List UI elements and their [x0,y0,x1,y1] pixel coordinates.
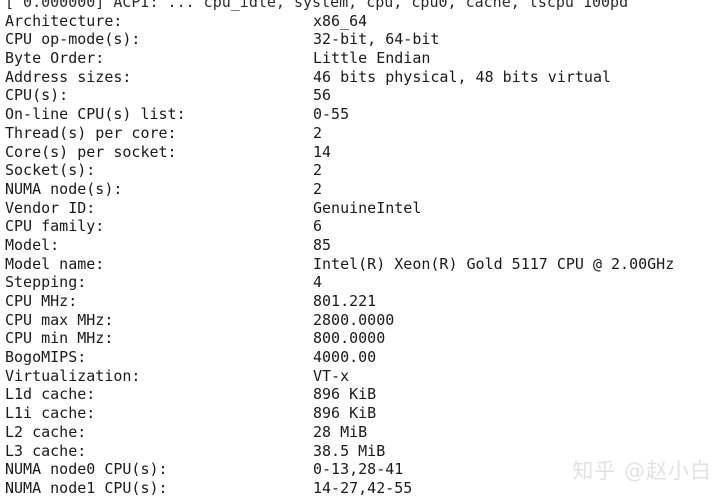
lscpu-row-vendor-id: Vendor ID: GenuineIntel [0,199,726,218]
row-value: 2 [313,123,323,142]
row-label: Address sizes: [5,67,132,86]
row-value: 2 [313,161,323,180]
lscpu-row-address-sizes: Address sizes: 46 bits physical, 48 bits… [0,68,726,87]
row-label: Architecture: [5,11,123,30]
lscpu-row-threads-per-core: Thread(s) per core: 2 [0,124,726,143]
lscpu-row-cpu-mhz: CPU MHz: 801.221 [0,292,726,311]
row-value: 801.221 [313,292,377,310]
lscpu-row-cpu-min-mhz: CPU min MHz: 800.0000 [0,329,726,348]
terminal-output-pane: [ 0.000000] ACPI: ... cpu_idle, system, … [0,0,726,500]
row-label: BogoMIPS: [5,348,87,367]
lscpu-row-cpu-family: CPU family: 6 [0,217,726,236]
row-label: Vendor ID: [5,198,96,217]
lscpu-row-numa-nodes: NUMA node(s): 2 [0,180,726,199]
lscpu-row-architecture: Architecture: x86_64 [0,12,726,31]
lscpu-row-bogomips: BogoMIPS: 4000.00 [0,348,726,367]
row-value: 28 MiB [313,422,368,441]
row-value: GenuineIntel [313,198,422,217]
row-label: Core(s) per socket: [5,142,177,161]
row-value: 896 KiB [313,385,377,404]
lscpu-output-list: [ 0.000000] ACPI: ... cpu_idle, system, … [0,0,726,500]
row-value: Little Endian [313,49,431,68]
row-label: NUMA node1 CPU(s): [5,478,168,497]
row-value: x86_64 [313,11,368,30]
row-value: 2 [313,179,323,198]
lscpu-row-model-name: Model name: Intel(R) Xeon(R) Gold 5117 C… [0,255,726,274]
row-label: Thread(s) per core: [5,123,177,142]
lscpu-row-l3-cache: L3 cache: 38.5 MiB [0,442,726,461]
row-value: 46 bits physical, 48 bits virtual [313,67,612,86]
row-value: 14-27,42-55 [313,478,413,497]
row-value: 85 [313,235,332,254]
row-value: 2800.0000 [313,310,395,329]
row-value: Intel(R) Xeon(R) Gold 5117 CPU @ 2.00GHz [313,254,675,273]
lscpu-row-l1i-cache: L1i cache: 896 KiB [0,404,726,423]
lscpu-row-stepping: Stepping: 4 [0,273,726,292]
clipped-top-line-text: [ 0.000000] ACPI: ... cpu_idle, system, … [5,0,629,11]
row-value: 32-bit, 64-bit [313,30,440,49]
row-label: Virtualization: [5,366,141,385]
row-value: 896 KiB [313,404,377,423]
row-label: CPU family: [5,217,105,236]
lscpu-row-sockets: Socket(s): 2 [0,161,726,180]
row-value: 0-55 [313,105,350,124]
lscpu-row-l1d-cache: L1d cache: 896 KiB [0,385,726,404]
row-label: Model: [5,235,60,254]
row-label: L1d cache: [5,385,96,404]
clipped-top-line: [ 0.000000] ACPI: ... cpu_idle, system, … [0,0,726,12]
row-value: 6 [313,217,323,236]
row-label: L1i cache: [5,404,96,423]
lscpu-row-cores-per-socket: Core(s) per socket: 14 [0,143,726,162]
row-label: Model name: [5,254,105,273]
row-label: CPU min MHz: [5,329,114,348]
row-label: On-line CPU(s) list: [5,105,186,124]
row-label: NUMA node(s): [5,179,123,198]
lscpu-row-l2-cache: L2 cache: 28 MiB [0,423,726,442]
row-value: 4 [313,273,323,292]
row-value: 56 [313,86,332,105]
lscpu-row-cpu-op-modes: CPU op-mode(s): 32-bit, 64-bit [0,30,726,49]
row-label: Stepping: [5,273,87,292]
row-value: 0-13,28-41 [313,460,404,479]
lscpu-row-cpu-max-mhz: CPU max MHz: 2800.0000 [0,311,726,330]
row-value: 800.0000 [313,329,386,348]
lscpu-row-online-cpus-list: On-line CPU(s) list: 0-55 [0,105,726,124]
lscpu-row-model: Model: 85 [0,236,726,255]
lscpu-row-virtualization: Virtualization: VT-x [0,367,726,386]
row-value: 14 [313,142,332,161]
row-label: L3 cache: [5,441,87,460]
lscpu-row-byte-order: Byte Order: Little Endian [0,49,726,68]
row-label: Socket(s): [5,161,96,180]
lscpu-row-cpus: CPU(s): 56 [0,86,726,105]
row-value: VT-x [313,366,350,385]
row-label: CPU MHz: [5,292,78,310]
lscpu-row-numa-node1-cpus: NUMA node1 CPU(s): 14-27,42-55 [0,479,726,498]
lscpu-row-numa-node0-cpus: NUMA node0 CPU(s): 0-13,28-41 [0,460,726,479]
row-label: NUMA node0 CPU(s): [5,460,168,479]
row-label: Byte Order: [5,49,105,68]
row-label: L2 cache: [5,422,87,441]
row-label: CPU op-mode(s): [5,30,141,49]
row-label: CPU(s): [5,86,69,105]
row-value: 38.5 MiB [313,441,386,460]
row-label: CPU max MHz: [5,310,114,329]
row-value: 4000.00 [313,348,377,367]
